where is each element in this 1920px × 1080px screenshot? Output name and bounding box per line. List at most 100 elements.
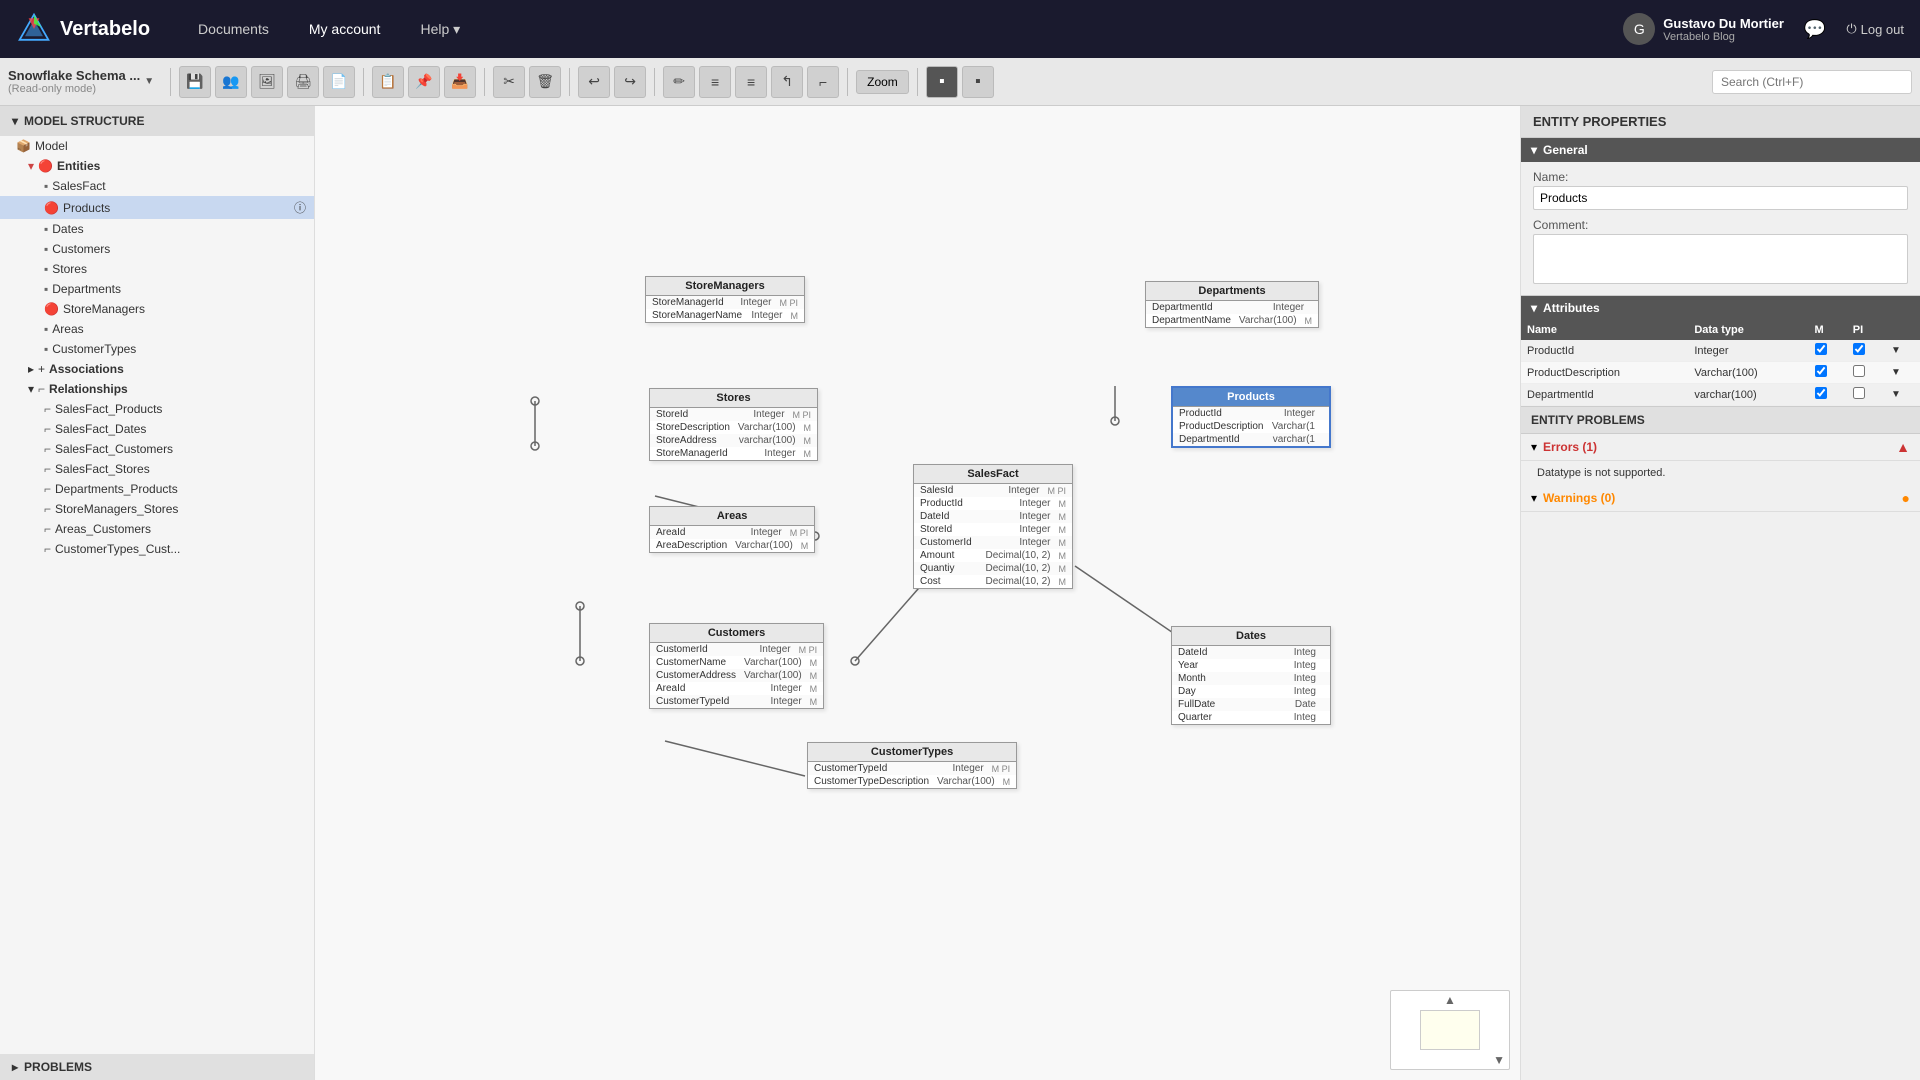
attr-type: varchar(100)	[1688, 384, 1808, 406]
attr-m[interactable]	[1809, 340, 1847, 362]
er-table-dates[interactable]: Dates DateId Integ Year Integ Month Inte…	[1171, 626, 1331, 725]
table-row: DepartmentId varchar(1	[1173, 433, 1329, 446]
nav-documents[interactable]: Documents	[190, 17, 277, 41]
comment-textarea[interactable]	[1533, 234, 1908, 284]
er-table-salesfact[interactable]: SalesFact SalesId Integer M PI ProductId…	[913, 464, 1073, 589]
save-button[interactable]: 💾	[179, 66, 211, 98]
attr-pi-checkbox[interactable]	[1853, 343, 1865, 355]
general-collapse-icon: ▾	[1531, 143, 1537, 157]
er-table-storemanagers[interactable]: StoreManagers StoreManagerId Integer M P…	[645, 276, 805, 323]
attr-dropdown[interactable]: ▼	[1885, 362, 1920, 384]
general-body: Name: Comment:	[1521, 162, 1920, 295]
attr-pi[interactable]	[1847, 384, 1885, 406]
entities-group[interactable]: ▾ 🔴 Entities	[0, 156, 314, 176]
sidebar-item-customers[interactable]: ▪ Customers	[0, 239, 314, 259]
warnings-section-header[interactable]: ▾ Warnings (0) ●	[1521, 485, 1920, 512]
users-button[interactable]: 👥	[215, 66, 247, 98]
paste-button[interactable]: 📌	[408, 66, 440, 98]
attr-dropdown[interactable]: ▼	[1885, 340, 1920, 362]
chat-icon[interactable]: 💬	[1800, 15, 1830, 44]
attr-pi-checkbox[interactable]	[1853, 387, 1865, 399]
er-table-customertypes[interactable]: CustomerTypes CustomerTypeId Integer M P…	[807, 742, 1017, 789]
attr-pi[interactable]	[1847, 340, 1885, 362]
associations-group[interactable]: ▸ + Associations	[0, 359, 314, 379]
corner-button[interactable]: ⌐	[807, 66, 839, 98]
er-table-departments[interactable]: Departments DepartmentId Integer Departm…	[1145, 281, 1319, 328]
attr-type: Integer	[1688, 340, 1808, 362]
attr-m[interactable]	[1809, 362, 1847, 384]
table-row: Amount Decimal(10, 2) M	[914, 549, 1072, 562]
er-table-products[interactable]: Products ProductId Integer ProductDescri…	[1171, 386, 1331, 448]
name-input[interactable]	[1533, 186, 1908, 210]
align-center-button[interactable]: ≡	[735, 66, 767, 98]
nav-help[interactable]: Help ▾	[412, 17, 468, 42]
mini-map[interactable]: ▲ ▼	[1390, 990, 1510, 1070]
view-toggle-1[interactable]: ▪	[926, 66, 958, 98]
diagram-area[interactable]: StoreManagers StoreManagerId Integer M P…	[315, 106, 1520, 1080]
rel-customertypes-cust[interactable]: ⌐ CustomerTypes_Cust...	[0, 539, 314, 559]
image-button[interactable]: 🖼	[251, 66, 283, 98]
general-section-header[interactable]: ▾ General	[1521, 138, 1920, 162]
copy-button[interactable]: 📋	[372, 66, 404, 98]
view-toggle-2[interactable]: ▪	[962, 66, 994, 98]
sidebar-item-salesfact[interactable]: ▪ SalesFact	[0, 176, 314, 196]
rel7-icon: ⌐	[44, 522, 51, 536]
rel-departments-products[interactable]: ⌐ Departments_Products	[0, 479, 314, 499]
relationships-group[interactable]: ▾ ⌐ Relationships	[0, 379, 314, 399]
delete-button[interactable]: 🗑	[529, 66, 561, 98]
logo-area: Vertabelo	[16, 11, 150, 47]
attributes-section-header[interactable]: ▾ Attributes	[1521, 296, 1920, 320]
cut-button[interactable]: ✂	[493, 66, 525, 98]
user-details: Gustavo Du Mortier Vertabelo Blog	[1663, 16, 1784, 43]
er-table-stores[interactable]: Stores StoreId Integer M PI StoreDescrip…	[649, 388, 818, 461]
rel1-icon: ⌐	[44, 402, 51, 416]
attr-m-checkbox[interactable]	[1815, 365, 1827, 377]
storemanagers-icon: 🔴	[44, 302, 59, 316]
storemanagers-header: StoreManagers	[646, 277, 804, 296]
collapse-icon[interactable]: ▾	[12, 114, 18, 128]
redo-button[interactable]: ↪	[614, 66, 646, 98]
problems-section[interactable]: ▸ PROBLEMS	[0, 1054, 314, 1080]
doc-dropdown-icon[interactable]: ▼	[144, 76, 154, 87]
nav-my-account[interactable]: My account	[301, 17, 389, 41]
route-button[interactable]: ↰	[771, 66, 803, 98]
align-left-button[interactable]: ≡	[699, 66, 731, 98]
sidebar-item-areas[interactable]: ▪ Areas	[0, 319, 314, 339]
rel-salesfact-dates[interactable]: ⌐ SalesFact_Dates	[0, 419, 314, 439]
customertypes-header: CustomerTypes	[808, 743, 1016, 762]
table-row: CustomerId Integer M	[914, 536, 1072, 549]
table-row: CustomerAddress Varchar(100) M	[650, 669, 823, 682]
edit-button[interactable]: ✏	[663, 66, 695, 98]
scroll-down-icon[interactable]: ▼	[1493, 1053, 1505, 1067]
rel-salesfact-products[interactable]: ⌐ SalesFact_Products	[0, 399, 314, 419]
sidebar-item-stores[interactable]: ▪ Stores	[0, 259, 314, 279]
import-button[interactable]: 📥	[444, 66, 476, 98]
sidebar-item-departments[interactable]: ▪ Departments	[0, 279, 314, 299]
er-table-customers[interactable]: Customers CustomerId Integer M PI Custom…	[649, 623, 824, 709]
rel-salesfact-customers[interactable]: ⌐ SalesFact_Customers	[0, 439, 314, 459]
rel-salesfact-stores[interactable]: ⌐ SalesFact_Stores	[0, 459, 314, 479]
attr-pi-checkbox[interactable]	[1853, 365, 1865, 377]
attr-pi[interactable]	[1847, 362, 1885, 384]
search-input[interactable]	[1712, 70, 1912, 94]
sidebar-item-products[interactable]: 🔴 Products ⓘ	[0, 196, 314, 219]
attr-m-checkbox[interactable]	[1815, 343, 1827, 355]
sidebar-item-customertypes[interactable]: ▪ CustomerTypes	[0, 339, 314, 359]
scroll-up-icon[interactable]: ▲	[1444, 993, 1456, 1007]
rel-areas-customers[interactable]: ⌐ Areas_Customers	[0, 519, 314, 539]
sidebar-item-dates[interactable]: ▪ Dates	[0, 219, 314, 239]
errors-section-header[interactable]: ▾ Errors (1) ▲	[1521, 434, 1920, 461]
print-button[interactable]: 🖨	[287, 66, 319, 98]
sidebar-item-storemanagers[interactable]: 🔴 StoreManagers	[0, 299, 314, 319]
zoom-button[interactable]: Zoom	[856, 70, 909, 94]
er-table-areas[interactable]: Areas AreaId Integer M PI AreaDescriptio…	[649, 506, 815, 553]
undo-button[interactable]: ↩	[578, 66, 610, 98]
attr-m-checkbox[interactable]	[1815, 387, 1827, 399]
logout-button[interactable]: ⏻ Log out	[1846, 21, 1904, 37]
attr-dropdown[interactable]: ▼	[1885, 384, 1920, 406]
rel-storemanagers-stores[interactable]: ⌐ StoreManagers_Stores	[0, 499, 314, 519]
doc-button[interactable]: 📄	[323, 66, 355, 98]
comment-label: Comment:	[1533, 218, 1908, 232]
attr-m[interactable]	[1809, 384, 1847, 406]
model-item[interactable]: 📦 Model	[0, 136, 314, 156]
